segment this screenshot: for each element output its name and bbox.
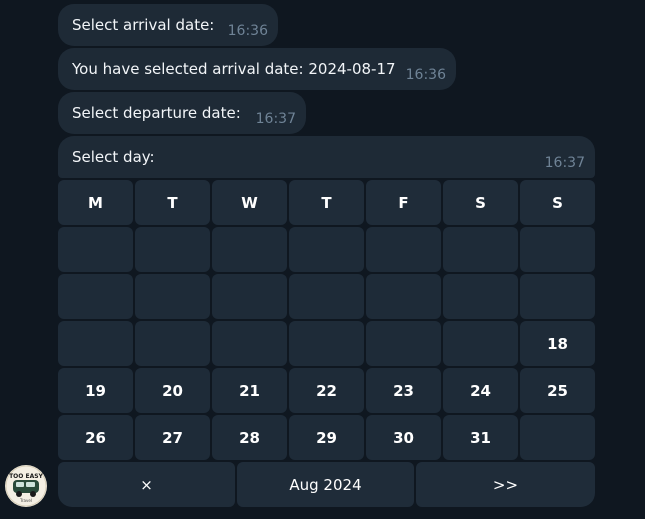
day-button[interactable]: 31 — [443, 415, 518, 460]
day-button[interactable] — [135, 321, 210, 366]
day-button[interactable] — [366, 321, 441, 366]
week-row: 26 27 28 29 30 31 — [58, 415, 595, 460]
next-month-button[interactable]: >> — [416, 462, 595, 507]
day-button[interactable] — [58, 321, 133, 366]
day-button[interactable]: 28 — [212, 415, 287, 460]
message-bubble: Select departure date: 16:37 — [58, 92, 306, 134]
day-button[interactable] — [212, 227, 287, 272]
bot-avatar[interactable]: TOO EASY Travel — [5, 465, 47, 507]
day-button[interactable] — [212, 274, 287, 319]
day-button[interactable] — [520, 274, 595, 319]
message-bubble: Select arrival date: 16:36 — [58, 4, 278, 46]
message-text: Select arrival date: — [72, 16, 215, 34]
day-button[interactable]: 27 — [135, 415, 210, 460]
message-text: Select departure date: — [72, 104, 241, 122]
day-button[interactable]: 30 — [366, 415, 441, 460]
day-button[interactable]: 20 — [135, 368, 210, 413]
day-button[interactable]: 18 — [520, 321, 595, 366]
day-button[interactable] — [443, 274, 518, 319]
weekday-button-mon[interactable]: M — [58, 180, 133, 225]
message-text: You have selected arrival date: 2024-08-… — [72, 60, 396, 78]
prev-month-button[interactable]: × — [58, 462, 235, 507]
logo-subtext: Travel — [19, 498, 32, 503]
weekday-button-sat[interactable]: S — [443, 180, 518, 225]
day-button[interactable] — [289, 274, 364, 319]
day-button[interactable] — [58, 227, 133, 272]
day-button[interactable]: 19 — [58, 368, 133, 413]
message-time: 16:37 — [255, 111, 296, 127]
day-button[interactable] — [443, 321, 518, 366]
day-button[interactable]: 22 — [289, 368, 364, 413]
weekday-button-fri[interactable]: F — [366, 180, 441, 225]
week-row: 18 — [58, 321, 595, 366]
day-button[interactable] — [58, 274, 133, 319]
logo-wordmark: TOO EASY — [9, 473, 43, 480]
month-nav-row: × Aug 2024 >> — [58, 462, 595, 507]
day-button[interactable]: 26 — [58, 415, 133, 460]
weekday-button-sun[interactable]: S — [520, 180, 595, 225]
message-time: 16:36 — [227, 23, 268, 39]
message-bubble: You have selected arrival date: 2024-08-… — [58, 48, 456, 90]
weekday-header-row: M T W T F S S — [58, 180, 595, 225]
day-button[interactable] — [289, 321, 364, 366]
weekday-button-tue[interactable]: T — [135, 180, 210, 225]
day-button[interactable]: 29 — [289, 415, 364, 460]
week-row — [58, 274, 595, 319]
message-time: 16:37 — [544, 155, 585, 171]
message-text: Select day: — [72, 148, 155, 166]
message-time: 16:36 — [405, 67, 446, 83]
month-label-button[interactable]: Aug 2024 — [237, 462, 414, 507]
weekday-button-thu[interactable]: T — [289, 180, 364, 225]
day-button[interactable] — [135, 227, 210, 272]
message-bubble: Select day: 16:37 — [58, 136, 595, 178]
day-button[interactable] — [520, 415, 595, 460]
day-button[interactable]: 24 — [443, 368, 518, 413]
day-button[interactable]: 25 — [520, 368, 595, 413]
week-row: 19 20 21 22 23 24 25 — [58, 368, 595, 413]
day-button[interactable] — [135, 274, 210, 319]
weekday-button-wed[interactable]: W — [212, 180, 287, 225]
day-button[interactable] — [443, 227, 518, 272]
too-easy-travel-logo: TOO EASY Travel — [5, 465, 47, 507]
chat-window: Select arrival date: 16:36 You have sele… — [0, 0, 645, 519]
day-button[interactable] — [289, 227, 364, 272]
day-button[interactable]: 23 — [366, 368, 441, 413]
day-button[interactable] — [366, 227, 441, 272]
day-button[interactable] — [212, 321, 287, 366]
day-button[interactable]: 21 — [212, 368, 287, 413]
week-row — [58, 227, 595, 272]
day-button[interactable] — [366, 274, 441, 319]
day-button[interactable] — [520, 227, 595, 272]
